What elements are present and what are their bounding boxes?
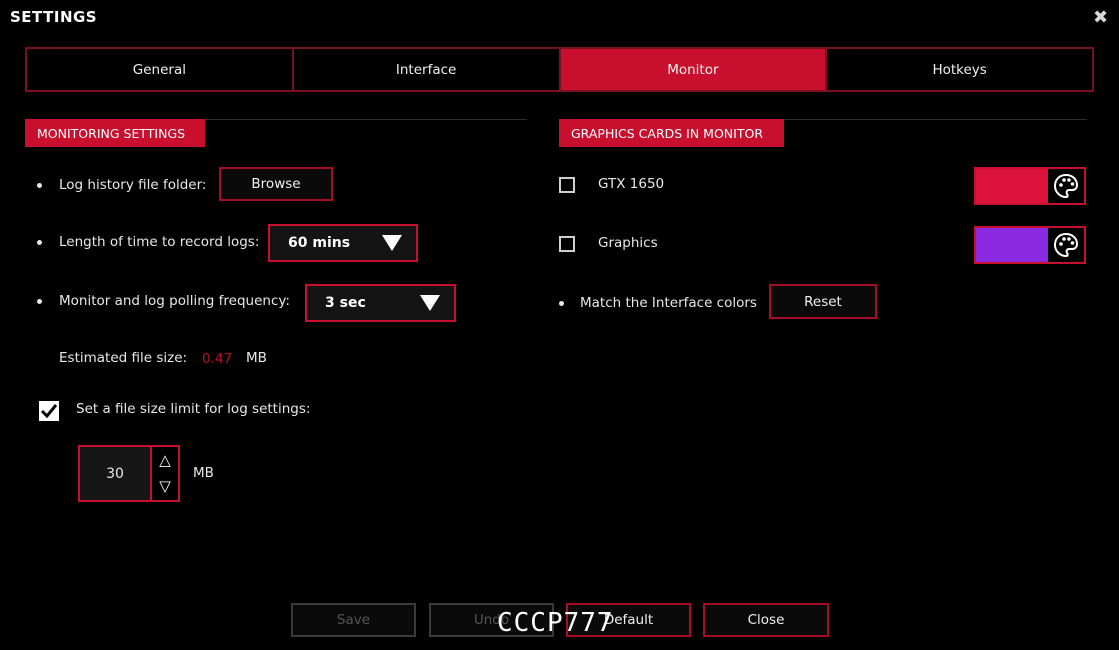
save-button[interactable]: Save [291, 603, 416, 637]
tab-hotkeys[interactable]: Hotkeys [827, 49, 1092, 90]
record-length-value: 60 mins [288, 235, 351, 251]
stepper-down-icon[interactable]: ▽ [159, 479, 171, 494]
tab-general[interactable]: General [27, 49, 294, 90]
palette-icon[interactable] [1048, 228, 1084, 262]
polling-frequency-value: 3 sec [325, 295, 366, 311]
palette-icon[interactable] [1048, 169, 1084, 203]
monitoring-settings-header: MONITORING SETTINGS [25, 119, 205, 147]
dropdown-arrow-icon [382, 235, 402, 251]
log-folder-label: Log history file folder: [59, 177, 207, 193]
bullet [37, 240, 42, 245]
color-fill [976, 228, 1048, 262]
reset-button[interactable]: Reset [769, 284, 877, 319]
tab-monitor[interactable]: Monitor [560, 49, 828, 90]
section-divider [205, 119, 527, 120]
file-size-limit-checkbox[interactable] [39, 401, 59, 421]
palette-icon-graphic [1053, 232, 1079, 258]
polling-frequency-select[interactable]: 3 sec [305, 284, 456, 322]
file-size-limit-label: Set a file size limit for log settings: [76, 401, 311, 417]
close-button[interactable]: Close [703, 603, 829, 637]
gpu-checkbox-gtx1650[interactable] [559, 177, 575, 193]
color-fill [976, 169, 1048, 203]
gpu-name-graphics: Graphics [598, 235, 658, 251]
match-interface-label: Match the Interface colors [580, 295, 757, 311]
gpu-name-gtx1650: GTX 1650 [598, 176, 665, 192]
polling-frequency-label: Monitor and log polling frequency: [59, 293, 290, 309]
watermark-text: CCCP777 [497, 608, 614, 638]
file-size-stepper: △ ▽ [152, 445, 180, 502]
bullet [37, 299, 42, 304]
graphics-cards-header: GRAPHICS CARDS IN MONITOR [559, 119, 784, 147]
stepper-up-icon[interactable]: △ [159, 452, 171, 468]
palette-icon-graphic [1053, 173, 1079, 199]
file-size-limit-unit: MB [193, 465, 214, 481]
estimated-size-unit: MB [246, 350, 267, 366]
gpu-color-swatch-gtx1650[interactable] [974, 167, 1086, 205]
gpu-checkbox-graphics[interactable] [559, 236, 575, 252]
record-length-label: Length of time to record logs: [59, 234, 260, 250]
window-title: SETTINGS [10, 8, 98, 26]
checkmark-icon [41, 404, 57, 418]
close-icon[interactable]: ✖ [1093, 7, 1108, 28]
dropdown-arrow-icon [420, 295, 440, 311]
section-divider [784, 119, 1087, 120]
gpu-color-swatch-graphics[interactable] [974, 226, 1086, 264]
tab-interface[interactable]: Interface [294, 49, 561, 90]
browse-button[interactable]: Browse [219, 167, 333, 201]
bullet [559, 301, 564, 306]
record-length-select[interactable]: 60 mins [268, 224, 418, 262]
estimated-size-label: Estimated file size: [59, 350, 188, 366]
tab-bar: General Interface Monitor Hotkeys [25, 47, 1094, 92]
bullet [37, 183, 42, 188]
estimated-size-value: 0.47 [202, 351, 233, 367]
file-size-limit-input[interactable]: 30 [78, 445, 152, 502]
